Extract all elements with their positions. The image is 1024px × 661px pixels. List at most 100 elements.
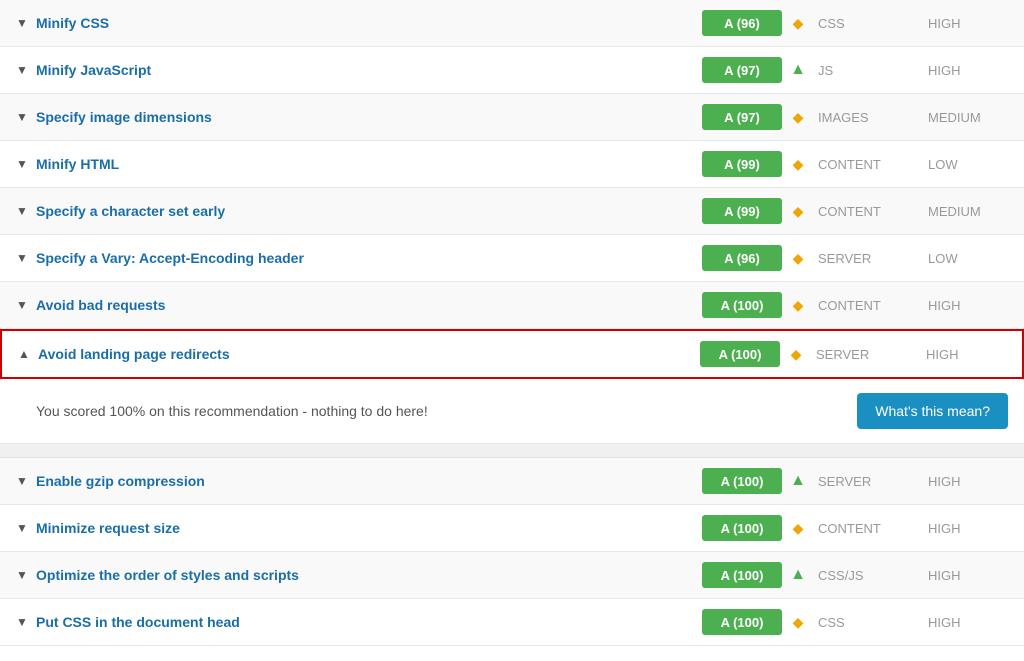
toggle-icon-minify-css[interactable]: ▼: [16, 16, 28, 30]
row-minify-js: ▼ Minify JavaScript A (97) ▲ JS HIGH: [0, 47, 1024, 94]
row-specify-image-dimensions: ▼ Specify image dimensions A (97) ◆ IMAG…: [0, 94, 1024, 141]
priority-specify-charset-early: MEDIUM: [928, 204, 1008, 219]
row-title-minify-css: ▼ Minify CSS: [16, 15, 702, 31]
toggle-icon-specify-charset-early[interactable]: ▼: [16, 204, 28, 218]
row-link-enable-gzip[interactable]: Enable gzip compression: [36, 473, 205, 489]
row-put-css-head: ▼ Put CSS in the document head A (100) ◆…: [0, 599, 1024, 646]
score-badge-minify-html: A (99): [702, 151, 782, 177]
row-title-specify-vary-header: ▼ Specify a Vary: Accept-Encoding header: [16, 250, 702, 266]
score-section-minify-js: A (97) ▲: [702, 57, 808, 83]
priority-enable-gzip: HIGH: [928, 474, 1008, 489]
priority-minimize-request-size: HIGH: [928, 521, 1008, 536]
category-optimize-order-styles: CSS/JS: [818, 568, 928, 583]
row-enable-gzip: ▼ Enable gzip compression A (100) ▲ SERV…: [0, 458, 1024, 505]
score-badge-specify-vary-header: A (96): [702, 245, 782, 271]
priority-specify-image-dimensions: MEDIUM: [928, 110, 1008, 125]
toggle-icon-optimize-order-styles[interactable]: ▼: [16, 568, 28, 582]
expanded-text-avoid-landing-redirects: You scored 100% on this recommendation -…: [36, 403, 428, 419]
row-link-specify-vary-header[interactable]: Specify a Vary: Accept-Encoding header: [36, 250, 304, 266]
trend-diamond-icon: ◆: [788, 250, 808, 267]
category-enable-gzip: SERVER: [818, 474, 928, 489]
toggle-icon-minify-html[interactable]: ▼: [16, 157, 28, 171]
row-title-specify-charset-early: ▼ Specify a character set early: [16, 203, 702, 219]
trend-diamond-icon: ◆: [788, 15, 808, 32]
score-badge-minimize-request-size: A (100): [702, 515, 782, 541]
trend-up-icon: ▲: [788, 566, 808, 584]
score-section-put-css-head: A (100) ◆: [702, 609, 808, 635]
score-section-enable-gzip: A (100) ▲: [702, 468, 808, 494]
category-specify-image-dimensions: IMAGES: [818, 110, 928, 125]
priority-avoid-landing-redirects: HIGH: [926, 347, 1006, 362]
priority-avoid-bad-requests: HIGH: [928, 298, 1008, 313]
score-section-specify-image-dimensions: A (97) ◆: [702, 104, 808, 130]
row-link-avoid-bad-requests[interactable]: Avoid bad requests: [36, 297, 165, 313]
row-title-minify-js: ▼ Minify JavaScript: [16, 62, 702, 78]
score-section-avoid-bad-requests: A (100) ◆: [702, 292, 808, 318]
row-title-specify-image-dimensions: ▼ Specify image dimensions: [16, 109, 702, 125]
row-minify-css: ▼ Minify CSS A (96) ◆ CSS HIGH: [0, 0, 1024, 47]
category-specify-charset-early: CONTENT: [818, 204, 928, 219]
toggle-icon-avoid-bad-requests[interactable]: ▼: [16, 298, 28, 312]
rows-group-2: ▼ Enable gzip compression A (100) ▲ SERV…: [0, 458, 1024, 646]
category-avoid-bad-requests: CONTENT: [818, 298, 928, 313]
row-link-specify-image-dimensions[interactable]: Specify image dimensions: [36, 109, 212, 125]
score-section-minify-html: A (99) ◆: [702, 151, 808, 177]
score-badge-put-css-head: A (100): [702, 609, 782, 635]
row-link-specify-charset-early[interactable]: Specify a character set early: [36, 203, 225, 219]
toggle-icon-put-css-head[interactable]: ▼: [16, 615, 28, 629]
category-minify-css: CSS: [818, 16, 928, 31]
toggle-icon-enable-gzip[interactable]: ▼: [16, 474, 28, 488]
category-minify-js: JS: [818, 63, 928, 78]
row-link-minimize-request-size[interactable]: Minimize request size: [36, 520, 180, 536]
recommendations-table: ▼ Minify CSS A (96) ◆ CSS HIGH ▼ Minify …: [0, 0, 1024, 646]
trend-diamond-icon: ◆: [788, 520, 808, 537]
trend-diamond-icon: ◆: [788, 156, 808, 173]
row-title-minimize-request-size: ▼ Minimize request size: [16, 520, 702, 536]
trend-diamond-icon: ◆: [788, 109, 808, 126]
row-minimize-request-size: ▼ Minimize request size A (100) ◆ CONTEN…: [0, 505, 1024, 552]
toggle-icon-minimize-request-size[interactable]: ▼: [16, 521, 28, 535]
score-badge-specify-image-dimensions: A (97): [702, 104, 782, 130]
priority-optimize-order-styles: HIGH: [928, 568, 1008, 583]
toggle-icon-specify-vary-header[interactable]: ▼: [16, 251, 28, 265]
row-title-avoid-bad-requests: ▼ Avoid bad requests: [16, 297, 702, 313]
score-badge-avoid-bad-requests: A (100): [702, 292, 782, 318]
expanded-panel-avoid-landing-redirects: You scored 100% on this recommendation -…: [0, 379, 1024, 444]
score-badge-optimize-order-styles: A (100): [702, 562, 782, 588]
trend-diamond-icon: ◆: [788, 203, 808, 220]
row-link-optimize-order-styles[interactable]: Optimize the order of styles and scripts: [36, 567, 299, 583]
row-link-minify-css[interactable]: Minify CSS: [36, 15, 109, 31]
toggle-icon-avoid-landing-redirects[interactable]: ▲: [18, 347, 30, 361]
priority-put-css-head: HIGH: [928, 615, 1008, 630]
row-title-optimize-order-styles: ▼ Optimize the order of styles and scrip…: [16, 567, 702, 583]
row-title-minify-html: ▼ Minify HTML: [16, 156, 702, 172]
row-link-minify-html[interactable]: Minify HTML: [36, 156, 119, 172]
row-title-avoid-landing-redirects: ▲ Avoid landing page redirects: [18, 346, 700, 362]
row-title-enable-gzip: ▼ Enable gzip compression: [16, 473, 702, 489]
row-link-avoid-landing-redirects[interactable]: Avoid landing page redirects: [38, 346, 230, 362]
row-link-put-css-head[interactable]: Put CSS in the document head: [36, 614, 240, 630]
score-section-avoid-landing-redirects: A (100) ◆: [700, 341, 806, 367]
score-section-specify-vary-header: A (96) ◆: [702, 245, 808, 271]
row-title-put-css-head: ▼ Put CSS in the document head: [16, 614, 702, 630]
toggle-icon-specify-image-dimensions[interactable]: ▼: [16, 110, 28, 124]
score-section-optimize-order-styles: A (100) ▲: [702, 562, 808, 588]
row-minify-html: ▼ Minify HTML A (99) ◆ CONTENT LOW: [0, 141, 1024, 188]
score-section-specify-charset-early: A (99) ◆: [702, 198, 808, 224]
row-link-minify-js[interactable]: Minify JavaScript: [36, 62, 151, 78]
toggle-icon-minify-js[interactable]: ▼: [16, 63, 28, 77]
category-minify-html: CONTENT: [818, 157, 928, 172]
score-badge-minify-js: A (97): [702, 57, 782, 83]
whats-this-button[interactable]: What's this mean?: [857, 393, 1008, 429]
row-avoid-landing-redirects: ▲ Avoid landing page redirects A (100) ◆…: [0, 329, 1024, 379]
category-avoid-landing-redirects: SERVER: [816, 347, 926, 362]
category-minimize-request-size: CONTENT: [818, 521, 928, 536]
score-badge-specify-charset-early: A (99): [702, 198, 782, 224]
row-optimize-order-styles: ▼ Optimize the order of styles and scrip…: [0, 552, 1024, 599]
row-specify-charset-early: ▼ Specify a character set early A (99) ◆…: [0, 188, 1024, 235]
trend-up-icon: ▲: [788, 61, 808, 79]
trend-up-icon: ▲: [788, 472, 808, 490]
trend-diamond-icon: ◆: [788, 297, 808, 314]
trend-diamond-icon: ◆: [786, 346, 806, 363]
priority-minify-js: HIGH: [928, 63, 1008, 78]
